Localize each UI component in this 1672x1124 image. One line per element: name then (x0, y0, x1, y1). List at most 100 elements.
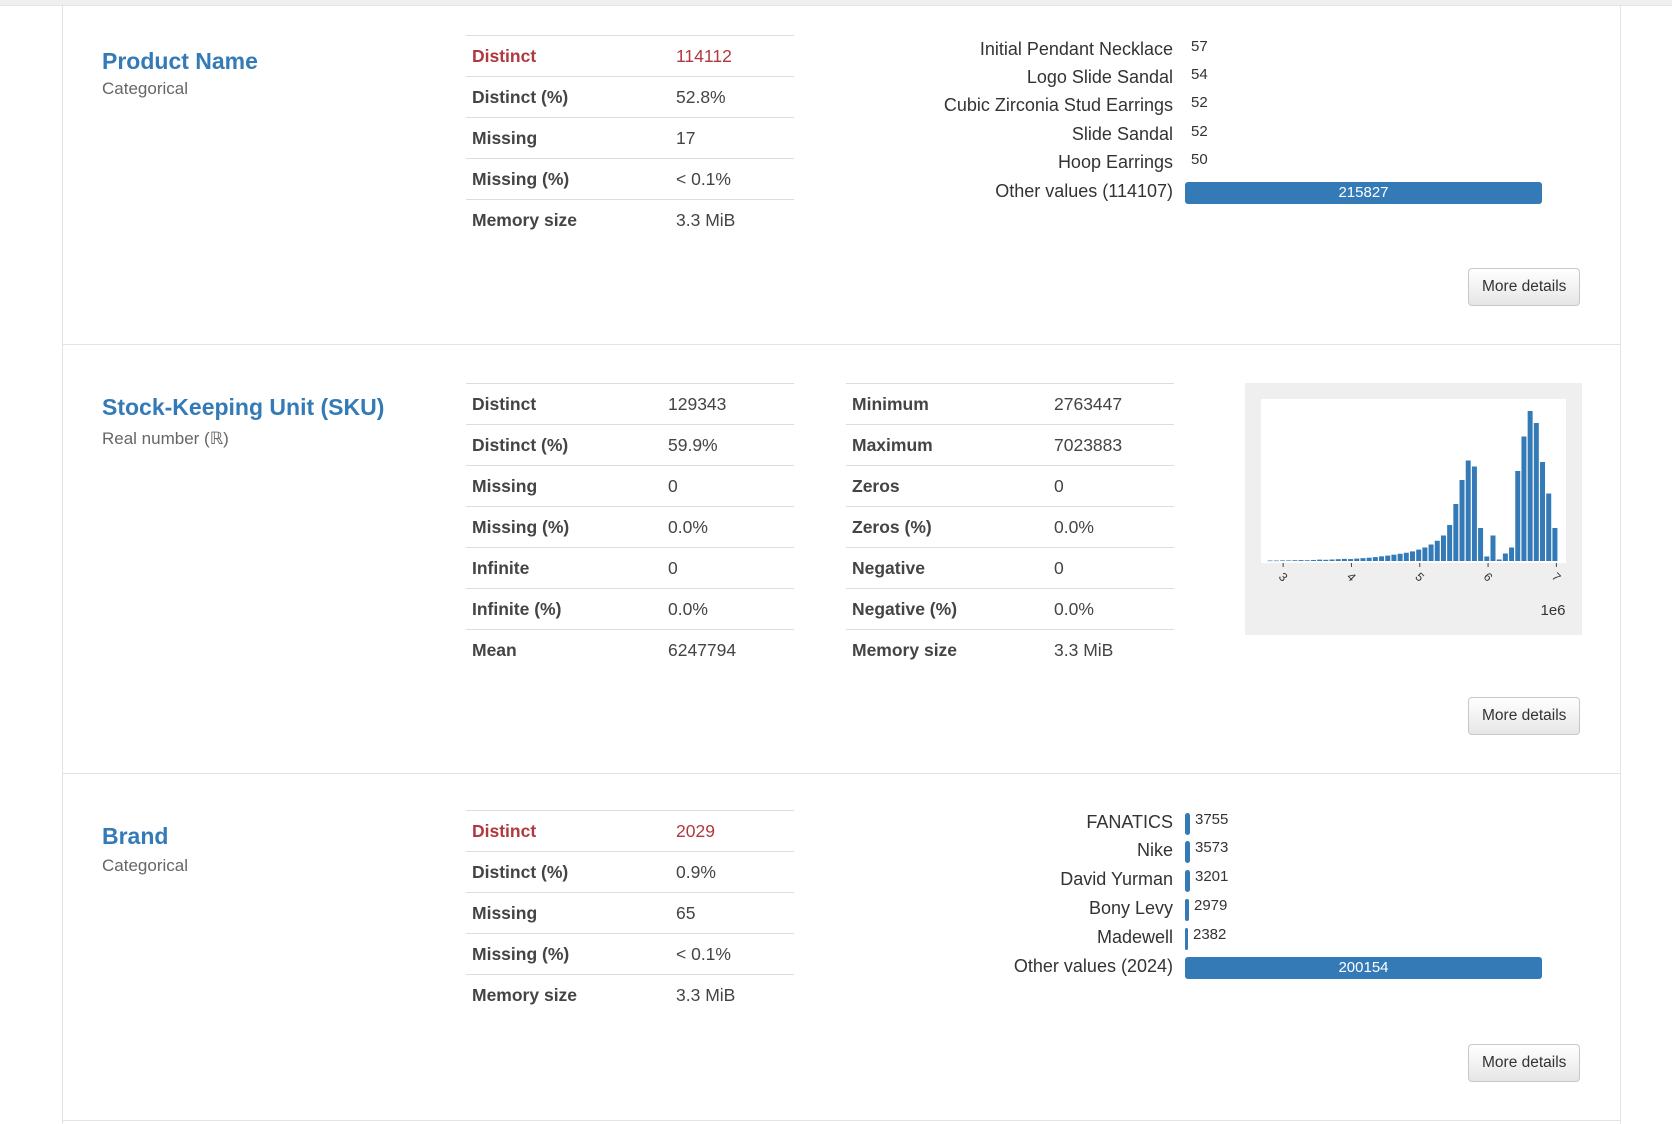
stat-row: Negative 0 (846, 547, 1174, 589)
histogram-bar (1521, 436, 1527, 561)
frequency-label: Slide Sandal (1071, 124, 1173, 144)
histogram-bar (1416, 549, 1422, 561)
histogram-bar (1484, 556, 1490, 561)
stat-value: 0.9% (670, 851, 794, 893)
stat-value: 3.3 MiB (670, 974, 794, 1016)
frequency-count: 200154 (1338, 959, 1389, 976)
stats-table: Distinct 2029 Distinct (%) 0.9% Missing 65 … (466, 810, 794, 1016)
histogram-bar (1273, 560, 1279, 562)
frequency-label: David Yurman (1060, 869, 1173, 889)
histogram-bar (1490, 535, 1496, 561)
histogram-bar (1292, 560, 1298, 561)
more-details-button[interactable]: More details (1468, 697, 1581, 735)
frequency-label: Nike (1136, 840, 1173, 860)
frequency-bar (1185, 870, 1190, 892)
histogram-bar (1317, 559, 1323, 561)
variable-type: Real number (ℝ) (102, 429, 229, 448)
stat-value: < 0.1% (670, 933, 794, 975)
variable-title[interactable]: Stock-Keeping Unit (SKU) (102, 394, 384, 421)
frequency-bar: 200154 (1185, 957, 1542, 979)
stat-label: Distinct (%) (466, 851, 670, 893)
stats-table-left: Distinct 129343 Distinct (%) 59.9% Missing… (466, 383, 794, 671)
stat-value: 2763447 (1048, 383, 1174, 425)
histogram-bar (1403, 552, 1409, 561)
stat-value: 52.8% (670, 76, 794, 118)
stat-label: Infinite (%) (466, 588, 662, 630)
frequency-row: Initial Pendant Necklace 57 (923, 38, 1543, 62)
more-details-button[interactable]: More details (1468, 1044, 1581, 1082)
histogram-bar (1552, 528, 1558, 561)
stat-value: < 0.1% (670, 158, 794, 200)
stat-label: Distinct (466, 810, 670, 852)
histogram-bar (1502, 553, 1508, 561)
stat-label: Zeros (%) (846, 506, 1048, 548)
histogram-bar (1546, 493, 1552, 561)
frequency-bar: 215827 (1185, 182, 1542, 204)
section-divider (63, 773, 1620, 774)
frequency-count: 3573 (1195, 839, 1229, 856)
variable-type: Categorical (102, 79, 188, 98)
histogram-bar (1279, 560, 1285, 561)
stat-label: Minimum (846, 383, 1048, 425)
stat-row: Distinct 129343 (466, 383, 794, 425)
stat-row-missing: Missing 65 (466, 892, 794, 934)
stat-row: Infinite 0 (466, 547, 794, 589)
stat-row-memory: Memory size 3.3 MiB (466, 199, 794, 241)
stat-label: Memory size (466, 974, 670, 1016)
stat-label: Negative (%) (846, 588, 1048, 630)
stat-label: Distinct (%) (466, 424, 662, 466)
variable-title[interactable]: Product Name (102, 48, 258, 75)
stat-value: 0 (662, 547, 794, 589)
histogram-bar (1447, 525, 1453, 561)
histogram-bar (1354, 558, 1360, 561)
stat-row-missing: Missing 17 (466, 117, 794, 159)
frequency-label: Other values (114107) (995, 181, 1173, 201)
histogram-bar (1496, 559, 1502, 561)
histogram-bar (1453, 504, 1459, 561)
histogram-thumbnail[interactable]: 3 4 5 6 7 1e6 (1245, 383, 1582, 635)
histogram-tick-label: 5 (1412, 570, 1427, 585)
stat-label: Distinct (466, 35, 670, 77)
histogram-bar (1422, 547, 1428, 561)
stat-value: 129343 (662, 383, 794, 425)
stat-label: Negative (846, 547, 1048, 589)
frequency-count: 2382 (1193, 926, 1227, 943)
frequency-count: 3755 (1195, 811, 1229, 828)
histogram-bar (1304, 560, 1310, 561)
histogram-tick-label: 7 (1549, 570, 1564, 585)
frequency-row-other: Other values (2024) 200154 (923, 955, 1543, 979)
stat-value: 3.3 MiB (1048, 629, 1174, 671)
stat-row-distinct: Distinct 114112 (466, 35, 794, 77)
stat-value: 59.9% (662, 424, 794, 466)
stat-label: Mean (466, 629, 662, 671)
histogram-bar (1329, 559, 1335, 561)
stat-row-distinct-pct: Distinct (%) 52.8% (466, 76, 794, 118)
frequency-row: Madewell 2382 (923, 926, 1543, 950)
stats-table: Distinct 114112 Distinct (%) 52.8% Missing… (466, 35, 794, 241)
stat-row-missing-pct: Missing (%) < 0.1% (466, 933, 794, 975)
histogram-bar (1428, 544, 1434, 561)
variable-title[interactable]: Brand (102, 823, 168, 850)
more-details-button[interactable]: More details (1468, 268, 1581, 306)
stat-label: Infinite (466, 547, 662, 589)
histogram-chart: 3 4 5 6 7 1e6 (1261, 399, 1566, 619)
histogram-bar (1286, 560, 1292, 561)
histogram-bar (1459, 480, 1465, 561)
stat-label: Memory size (466, 199, 670, 241)
histogram-bar (1391, 554, 1397, 561)
frequency-label: Logo Slide Sandal (1026, 67, 1173, 87)
histogram-tick-label: 3 (1276, 570, 1291, 585)
frequency-count: 50 (1191, 151, 1208, 168)
stat-row: Missing 0 (466, 465, 794, 507)
frequency-row: Nike 3573 (923, 839, 1543, 863)
frequency-count: 215827 (1338, 184, 1389, 201)
histogram-bar (1335, 559, 1341, 561)
stat-row: Missing (%) 0.0% (466, 506, 794, 548)
frequency-row: Slide Sandal 52 (923, 123, 1543, 147)
stat-label: Missing (%) (466, 158, 670, 200)
stat-row: Infinite (%) 0.0% (466, 588, 794, 630)
histogram-bar (1540, 462, 1546, 561)
stat-row: Distinct (%) 59.9% (466, 424, 794, 466)
histogram-bar (1379, 556, 1385, 561)
stat-row: Minimum 2763447 (846, 383, 1174, 425)
